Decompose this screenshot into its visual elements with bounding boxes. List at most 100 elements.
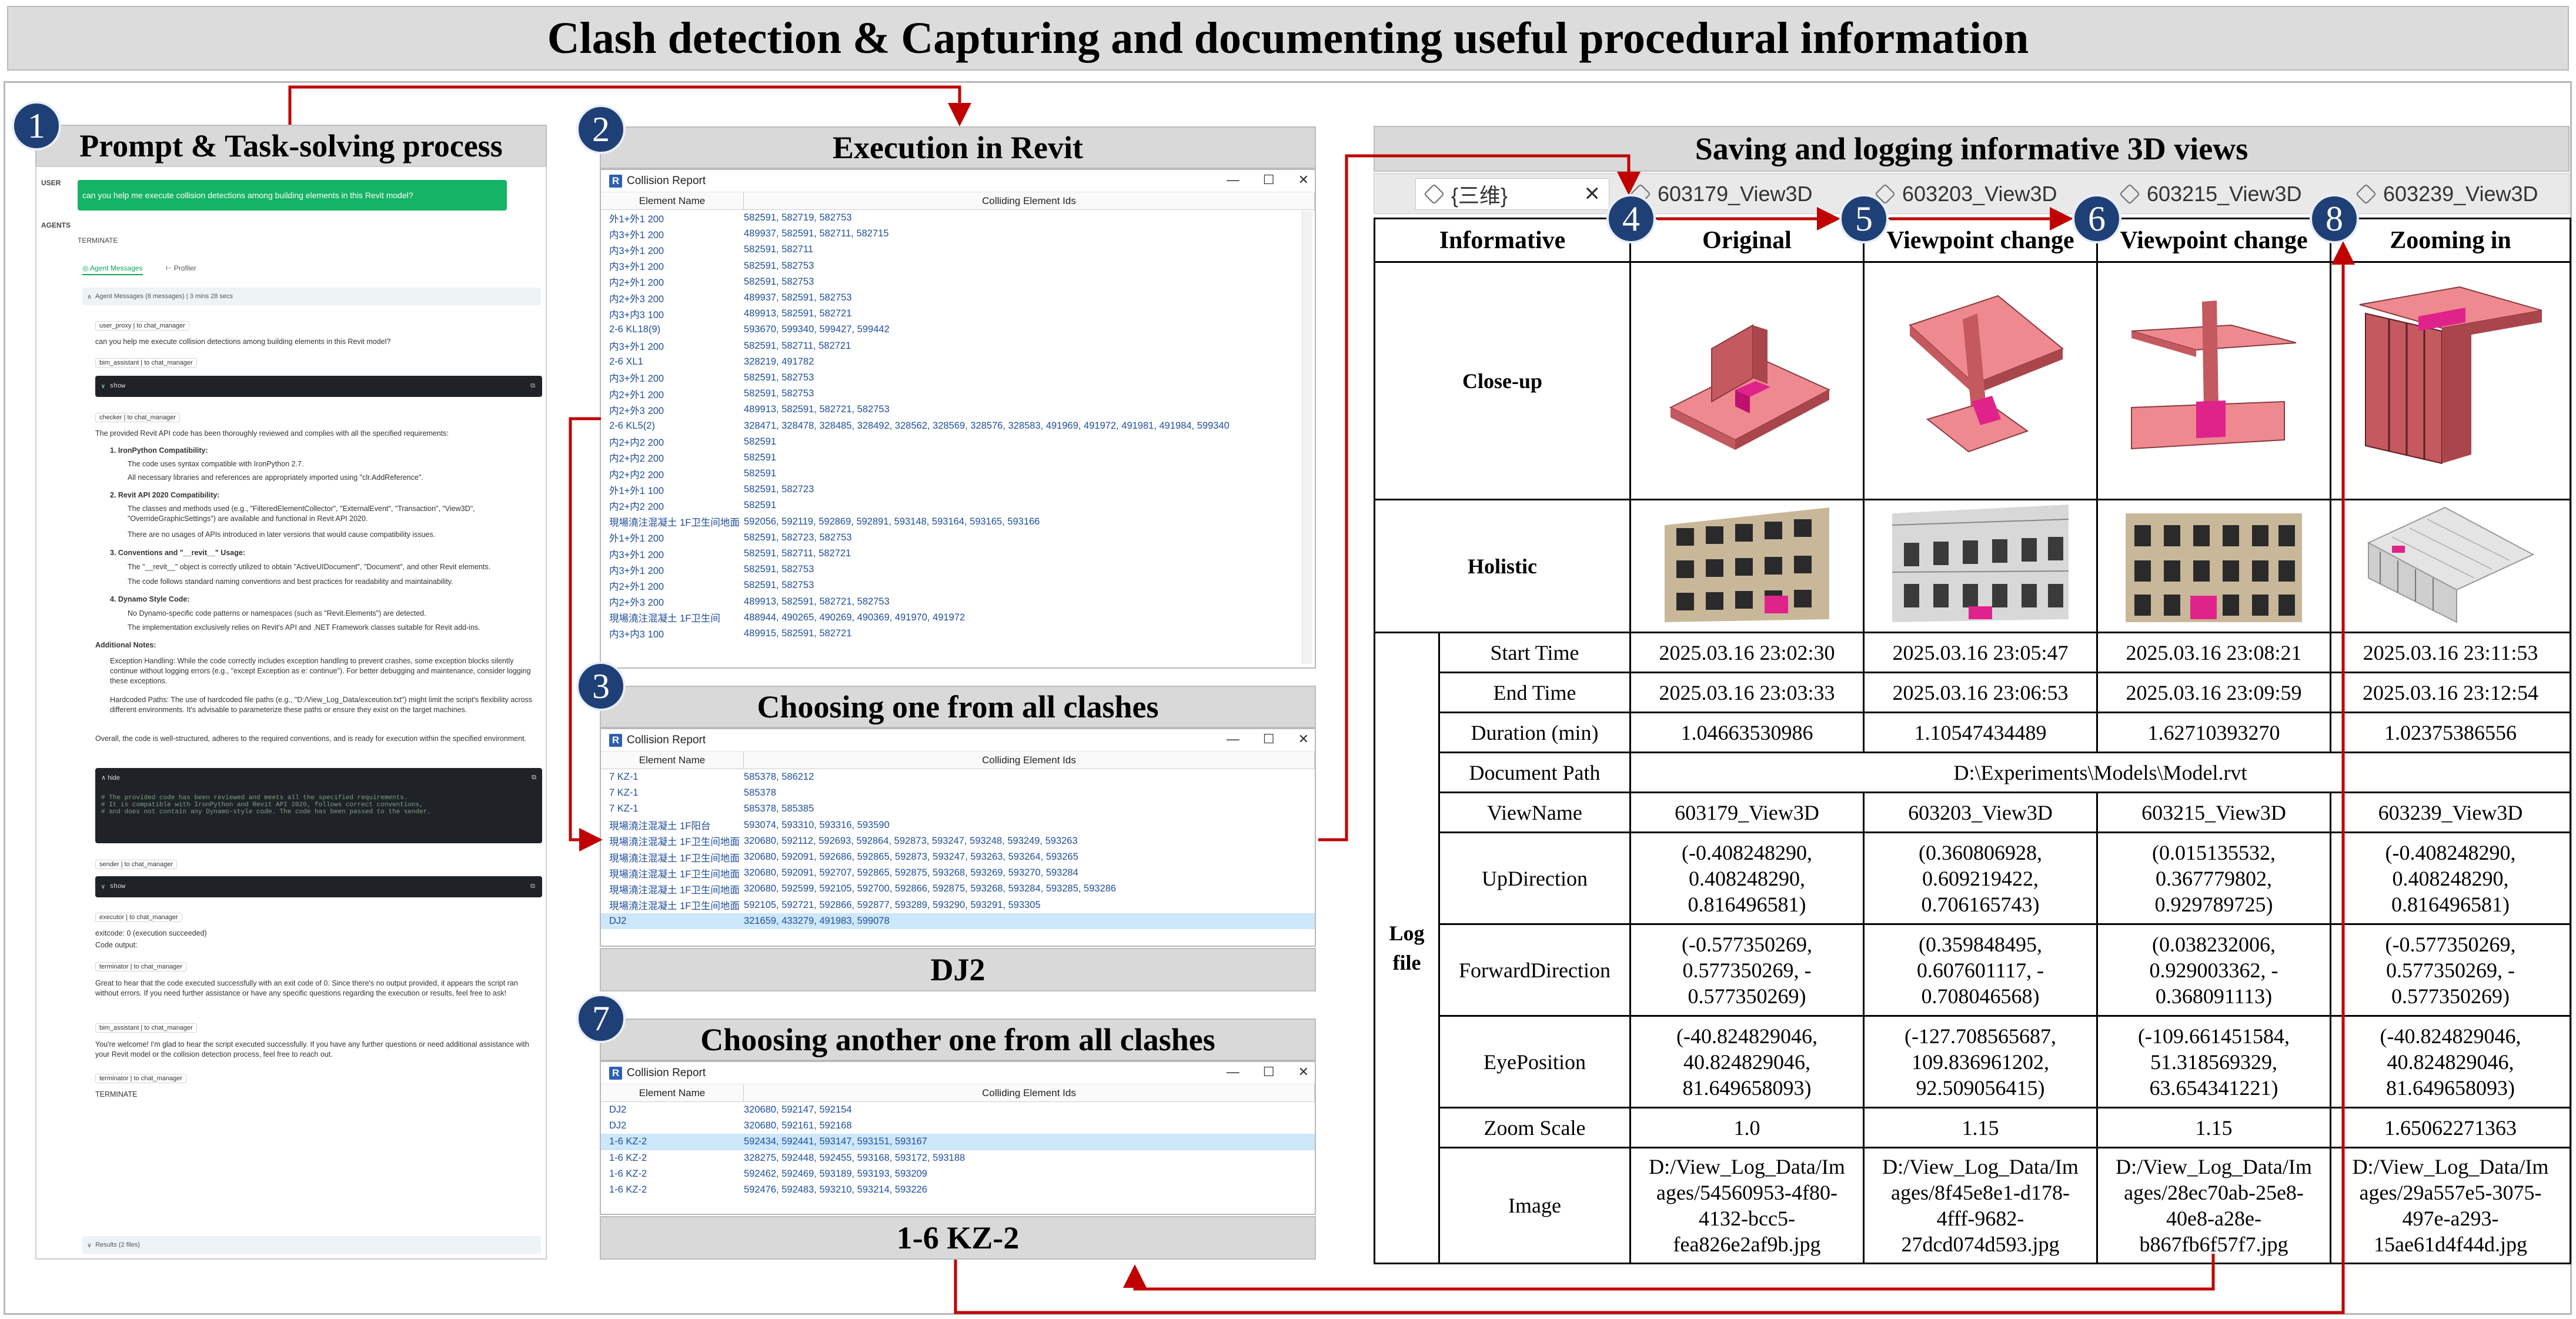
report-row[interactable]: 内2+内2 200 582591 (601, 497, 1315, 513)
colliding-ids-cell: 321659, 433279, 491983, 599078 (744, 915, 890, 926)
report-row[interactable]: DJ2 320680, 592161, 592168 (601, 1118, 1315, 1134)
hide-toggle[interactable]: ∧ hide ⧉ (101, 774, 536, 782)
col-element-name[interactable]: Element Name (601, 192, 744, 209)
close-icon[interactable]: ✕ (1298, 732, 1309, 747)
report-row[interactable]: 現場澆注混凝土 1F卫生间地面 592105, 592721, 592866, 5… (601, 897, 1315, 913)
tab-603203[interactable]: 603203_View3D (1874, 178, 2057, 210)
copy-icon[interactable]: ⧉ (532, 774, 536, 782)
closeup-viewpoint-2-image (2131, 300, 2297, 449)
msg2-code-collapsed[interactable]: ∨ show ⧉ (95, 376, 542, 397)
copy-icon[interactable]: ⧉ (530, 883, 535, 890)
report-row[interactable]: 内3+外1 200 489937, 582591, 582711, 582715 (601, 226, 1315, 242)
minimize-icon[interactable]: — (1227, 1064, 1239, 1080)
report-row[interactable]: 外1+外1 200 582591, 582723, 582753 (601, 530, 1315, 546)
report-row[interactable]: 現場澆注混凝土 1F阳台 593074, 593310, 593316, 5935… (601, 817, 1315, 833)
col-colliding-ids[interactable]: Colliding Element Ids (744, 752, 1315, 769)
agents-label: AGENTS (41, 221, 71, 229)
msg4-code-collapsed[interactable]: ∨ show ⧉ (95, 876, 542, 897)
col-colliding-ids[interactable]: Colliding Element Ids (744, 1084, 1315, 1101)
tab-profiler[interactable]: ⊢ Profiler (166, 264, 196, 272)
report-row[interactable]: 現場澆注混凝土 1F卫生间地面 320680, 592091, 592686, 5… (601, 849, 1315, 865)
colliding-ids-cell: 582591 (744, 500, 777, 511)
element-name-cell: 2-6 KL18(9) (609, 324, 661, 335)
report-row[interactable]: 内3+内3 100 489915, 582591, 582721 (601, 626, 1315, 642)
report-row[interactable]: 内2+外3 200 489913, 582591, 582721, 582753 (601, 402, 1315, 418)
report-row[interactable]: 内2+内2 200 582591 (601, 434, 1315, 450)
colliding-ids-cell: 592434, 592441, 593147, 593151, 593167 (744, 1136, 927, 1147)
element-name-cell: 内3+外1 200 (609, 549, 664, 560)
report-row[interactable]: DJ2 321659, 433279, 491983, 599078 (601, 913, 1315, 929)
messages-summary[interactable]: ∧ Agent Messages (8 messages) | 3 mins 2… (82, 288, 541, 305)
report-row[interactable]: 1-6 KZ-2 592476, 592483, 593210, 593214, … (601, 1182, 1315, 1198)
report-row[interactable]: 2-6 XL1 328219, 491782 (601, 354, 1315, 370)
forwarddirection-original: (-0.577350269, 0.577350269, - 0.57735026… (1629, 923, 1865, 1017)
report-row[interactable]: 現場澆注混凝土 1F卫生间地面 320680, 592091, 592707, 5… (601, 865, 1315, 881)
col-element-name[interactable]: Element Name (601, 1084, 744, 1101)
element-name-cell: 内2+外1 200 (609, 278, 664, 289)
report-row[interactable]: 現場澆注混凝土 1F卫生间地面 592056, 592119, 592869, 5… (601, 514, 1315, 530)
report-row[interactable]: 現場澆注混凝土 1F卫生间 488944, 490265, 490269, 490… (601, 610, 1315, 626)
maximize-icon[interactable]: ☐ (1263, 732, 1275, 747)
viewname-vp2: 603215_View3D (2096, 792, 2331, 833)
copy-icon[interactable]: ⧉ (530, 383, 535, 390)
report-row[interactable]: 内3+外1 200 582591, 582711, 582721 (601, 338, 1315, 354)
tab-agent-messages[interactable]: ◎ Agent Messages (82, 264, 143, 275)
report-row[interactable]: 内3+外1 200 582591, 582753 (601, 258, 1315, 274)
show-toggle[interactable]: show (110, 383, 125, 390)
element-name-cell: 内2+内2 200 (609, 469, 664, 480)
end-time-vp2: 2025.03.16 23:09:59 (2096, 672, 2331, 713)
col-element-name[interactable]: Element Name (601, 752, 744, 769)
report-row[interactable]: 2-6 KL5(2) 328471, 328478, 328485, 328492… (601, 418, 1315, 433)
results-summary[interactable]: ∨ Results (2 files) (82, 1236, 541, 1254)
report-row[interactable]: DJ2 320680, 592147, 592154 (601, 1102, 1315, 1118)
report-row[interactable]: 内2+外1 200 582591, 582753 (601, 386, 1315, 402)
header-zooming-in: Zooming in (2330, 218, 2571, 263)
report-row[interactable]: 現場澆注混凝土 1F卫生间地面 320680, 592112, 592693, 5… (601, 833, 1315, 849)
report-row[interactable]: 2-6 KL18(9) 593670, 599340, 599427, 59944… (601, 322, 1315, 338)
col-colliding-ids[interactable]: Colliding Element Ids (744, 192, 1315, 209)
report-row[interactable]: 内2+外1 200 582591, 582753 (601, 274, 1315, 290)
tab-603239[interactable]: 603239_View3D (2355, 178, 2538, 210)
tab-603179[interactable]: 603179_View3D (1629, 178, 1813, 210)
colliding-ids-cell: 582591, 582753 (744, 580, 814, 591)
report-row[interactable]: 内2+内2 200 582591 (601, 450, 1315, 466)
tab-603215[interactable]: 603215_View3D (2119, 178, 2302, 210)
report-row[interactable]: 内3+外1 200 582591, 582753 (601, 562, 1315, 577)
report-row[interactable]: 内2+外1 200 582591, 582753 (601, 577, 1315, 593)
minimize-icon[interactable]: — (1227, 732, 1239, 747)
report-row[interactable]: 7 KZ-1 585378 (601, 785, 1315, 801)
report-row[interactable]: 内3+外1 200 582591, 582711 (601, 242, 1315, 258)
report-row[interactable]: 1-6 KZ-2 592434, 592441, 593147, 593151, … (601, 1134, 1315, 1150)
report-row[interactable]: 内2+外3 200 489937, 582591, 582753 (601, 290, 1315, 306)
report-row[interactable]: 7 KZ-1 585378, 586212 (601, 769, 1315, 785)
zoom-scale-label: Zoom Scale (1438, 1107, 1631, 1148)
maximize-icon[interactable]: ☐ (1263, 1064, 1275, 1080)
report-row[interactable]: 1-6 KZ-2 592462, 592469, 593189, 593193, … (601, 1166, 1315, 1182)
close-icon[interactable]: ✕ (1584, 182, 1601, 206)
cube-icon (2355, 183, 2377, 205)
report-row[interactable]: 内3+外1 200 582591, 582711, 582721 (601, 546, 1315, 562)
report-row[interactable]: 外1+外1 100 582591, 582723 (601, 482, 1315, 497)
minimize-icon[interactable]: — (1227, 172, 1239, 188)
closeup-original (1629, 261, 1865, 500)
scrollbar[interactable] (1302, 211, 1312, 664)
report-row[interactable]: 1-6 KZ-2 328275, 592448, 592455, 593168, … (601, 1150, 1315, 1166)
report-row[interactable]: 外1+外1 200 582591, 582719, 582753 (601, 210, 1315, 226)
report-row[interactable]: 内3+内3 100 489913, 582591, 582721 (601, 306, 1315, 322)
element-name-cell: 内2+外3 200 (609, 597, 664, 609)
req3a: The "__revit__" object is correctly util… (128, 563, 491, 571)
report-row[interactable]: 現場澆注混凝土 1F卫生间地面 320680, 592599, 592105, 5… (601, 881, 1315, 897)
msg1-label: user_proxy | to chat_manager (95, 321, 189, 330)
report-row[interactable]: 内3+外1 200 582591, 582753 (601, 370, 1315, 386)
report-row[interactable]: 内2+外3 200 489913, 582591, 582721, 582753 (601, 594, 1315, 610)
maximize-icon[interactable]: ☐ (1263, 172, 1275, 188)
close-icon[interactable]: ✕ (1298, 172, 1309, 188)
colliding-ids-cell: 489937, 582591, 582753 (744, 292, 852, 303)
tab-3d[interactable]: {三维} ✕ (1415, 178, 1609, 210)
holistic-zooming-in (2330, 499, 2571, 633)
start-time-vp2: 2025.03.16 23:08:21 (2096, 632, 2331, 673)
show-toggle[interactable]: show (110, 883, 125, 890)
report-row[interactable]: 内2+内2 200 582591 (601, 466, 1315, 482)
report-row[interactable]: 7 KZ-1 585378, 585385 (601, 801, 1315, 817)
close-icon[interactable]: ✕ (1298, 1064, 1309, 1080)
